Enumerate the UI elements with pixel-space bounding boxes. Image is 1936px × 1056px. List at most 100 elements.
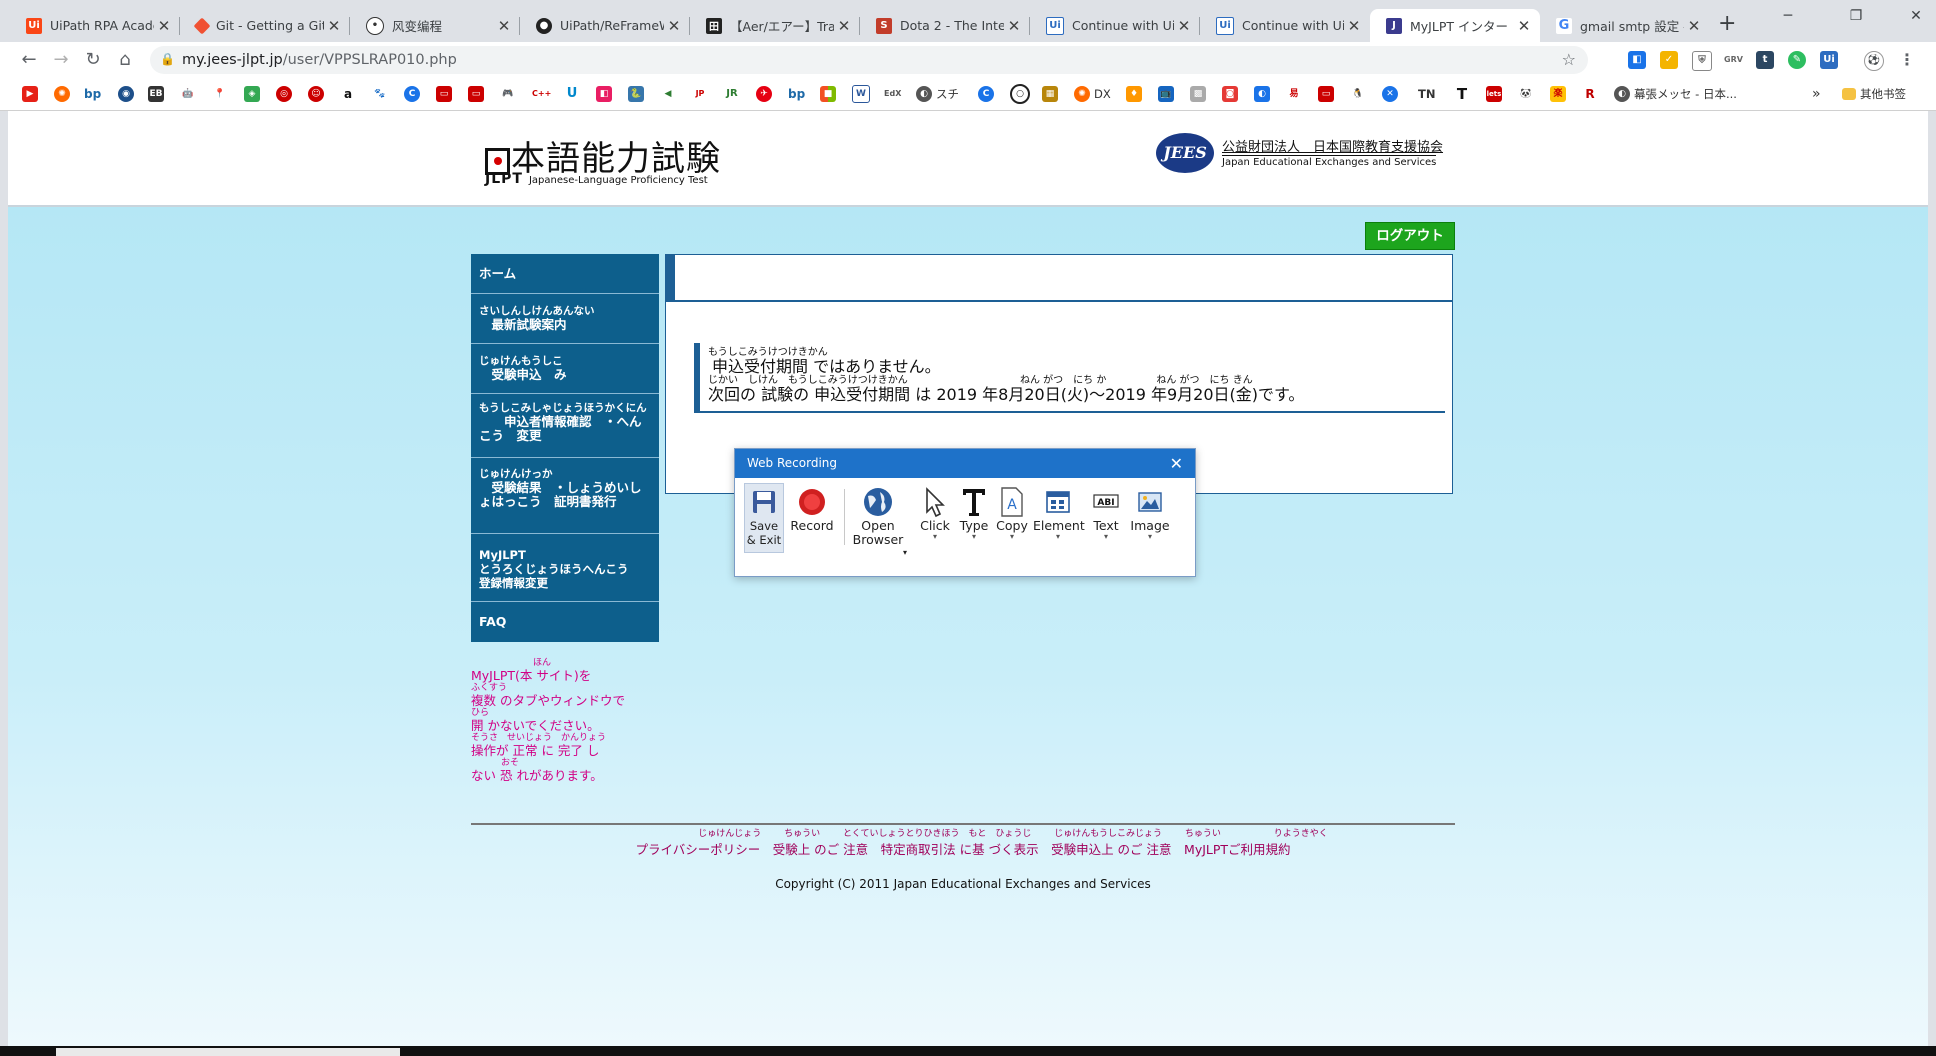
tab-aer[interactable]: 田 【Aer/エアー】Tra ✕ bbox=[690, 9, 860, 42]
text-button[interactable]: ABI Text ▾ bbox=[1087, 485, 1125, 541]
bookmark-makuhari[interactable]: ◐ 幕張メッセ - 日本... bbox=[1614, 85, 1737, 103]
bookmark-icon[interactable]: ◐ bbox=[1254, 85, 1270, 103]
close-icon[interactable]: ✕ bbox=[324, 17, 344, 35]
dialog-title-bar[interactable]: Web Recording ✕ bbox=[735, 449, 1195, 478]
bookmark-tn[interactable]: TN bbox=[1414, 85, 1435, 103]
close-icon[interactable]: ✕ bbox=[1004, 17, 1024, 35]
bookmark-icon[interactable]: 易 bbox=[1286, 85, 1302, 103]
sidebar-item-latest-info[interactable]: さいしんしけんあんない 最新試験案内 bbox=[471, 294, 659, 344]
logout-button[interactable]: ログアウト bbox=[1365, 222, 1455, 250]
bookmark-icon[interactable]: ✕ bbox=[1382, 85, 1398, 103]
tab-continue-uipath-2[interactable]: Ui Continue with UiP ✕ bbox=[1200, 9, 1370, 42]
footer-link-text[interactable]: プライバシーポリシー 受験上 のご 注意 特定商取引法 に基 づく表示 受験申込… bbox=[471, 839, 1455, 858]
close-icon[interactable]: ✕ bbox=[1684, 17, 1704, 35]
extension-icon[interactable]: GRV bbox=[1724, 51, 1743, 69]
close-icon[interactable]: ✕ bbox=[1174, 17, 1194, 35]
gamepad-icon[interactable]: 🎮 bbox=[500, 85, 516, 103]
bookmark-icon[interactable]: JP bbox=[692, 85, 708, 103]
address-bar[interactable]: 🔒 my.jees-jlpt.jp/user/VPPSLRAP010.php ☆ bbox=[150, 46, 1588, 74]
bookmarks-overflow-icon[interactable]: » bbox=[1812, 85, 1821, 103]
bookmark-icon[interactable]: ▦ bbox=[1042, 85, 1058, 103]
sidebar-item-apply[interactable]: じゅけんもうしこ 受験申込 み bbox=[471, 344, 659, 394]
jees-logo[interactable]: JEES bbox=[1156, 133, 1214, 173]
bookmark-icon[interactable]: ◀ bbox=[660, 85, 676, 103]
bookmark-icon[interactable]: C bbox=[978, 85, 994, 103]
bookmark-icon[interactable]: ▭ bbox=[1318, 85, 1334, 103]
tab-continue-uipath-1[interactable]: Ui Continue with UiP ✕ bbox=[1030, 9, 1200, 42]
save-exit-button[interactable]: Save & Exit bbox=[745, 485, 783, 547]
tab-uipath-academy[interactable]: Ui UiPath RPA Acade ✕ bbox=[10, 9, 180, 42]
map-pin-icon[interactable]: 📍 bbox=[212, 85, 228, 103]
bookmark-bp[interactable]: bp bbox=[788, 85, 805, 103]
maps-icon[interactable]: ◈ bbox=[244, 85, 260, 103]
evernote-icon[interactable]: ✎ bbox=[1788, 51, 1806, 69]
close-icon[interactable]: ✕ bbox=[1344, 17, 1364, 35]
bookmark-icon[interactable]: ◧ bbox=[596, 85, 612, 103]
amazon-icon[interactable]: a bbox=[340, 85, 356, 103]
element-button[interactable]: Element ▾ bbox=[1033, 485, 1085, 541]
tab-dota2[interactable]: S Dota 2 - The Interr ✕ bbox=[860, 9, 1030, 42]
bookmark-star-icon[interactable]: ☆ bbox=[1562, 50, 1576, 69]
sidebar-item-faq[interactable]: FAQ bbox=[471, 602, 659, 642]
footer-links[interactable]: じゅけんじょう ちゅうい とくていしょうとりひきほう もと ひょうじ じゅけんも… bbox=[471, 829, 1455, 858]
bookmark-icon[interactable]: ♦ bbox=[1126, 85, 1142, 103]
home-icon[interactable]: ⌂ bbox=[112, 47, 138, 73]
type-button[interactable]: Type ▾ bbox=[955, 485, 993, 541]
uipath-icon[interactable]: Ui bbox=[1820, 51, 1838, 69]
bookmark-icon[interactable]: 📺 bbox=[1158, 85, 1174, 103]
baidu-icon[interactable]: 🐾 bbox=[372, 85, 388, 103]
bookmark-dx[interactable]: ✺ DX bbox=[1074, 85, 1111, 103]
bookmark-icon[interactable]: T bbox=[1454, 85, 1470, 103]
close-icon[interactable]: ✕ bbox=[664, 17, 684, 35]
extension-icon[interactable]: ✓ bbox=[1660, 51, 1678, 69]
bookmark-icon[interactable]: ◙ bbox=[1222, 85, 1238, 103]
sidebar-item-applicant-info[interactable]: もうしこみしゃじょうほうかくにん 申込者情報確認 ・へんこう 変更 bbox=[471, 394, 659, 458]
close-icon[interactable]: ✕ bbox=[834, 17, 854, 35]
bookmark-bp[interactable]: bp bbox=[84, 85, 101, 103]
menu-icon[interactable]: ⋮ bbox=[1898, 51, 1916, 69]
bookmark-icon[interactable]: EB bbox=[148, 85, 164, 103]
jr-icon[interactable]: JR bbox=[724, 85, 740, 103]
bookmark-icon[interactable]: ◎ bbox=[276, 85, 292, 103]
taskbar-search[interactable] bbox=[56, 1048, 400, 1056]
open-browser-button[interactable]: Open Browser bbox=[849, 485, 907, 547]
close-icon[interactable]: ✕ bbox=[1170, 449, 1183, 478]
tab-myjlpt[interactable]: J MyJLPT インター ✕ bbox=[1370, 9, 1540, 42]
bookmark-icon[interactable]: ▭ bbox=[436, 85, 452, 103]
android-icon[interactable]: 🤖 bbox=[180, 85, 196, 103]
tab-git[interactable]: Git - Getting a Git ✕ bbox=[180, 9, 350, 42]
bookmark-icon[interactable]: ✺ bbox=[54, 85, 70, 103]
copy-button[interactable]: A Copy ▾ bbox=[993, 485, 1031, 541]
reload-icon[interactable]: ↻ bbox=[80, 47, 106, 73]
rakuten-icon[interactable]: R bbox=[1582, 85, 1598, 103]
tab-fengbian[interactable]: • 风变编程 ✕ bbox=[350, 9, 520, 42]
bookmark-icon[interactable]: ✈ bbox=[756, 85, 772, 103]
linux-icon[interactable]: 🐧 bbox=[1350, 85, 1366, 103]
profile-avatar[interactable]: ⚽ bbox=[1864, 51, 1884, 71]
bookmark-icon[interactable]: EdX bbox=[884, 85, 901, 103]
new-tab-button[interactable]: + bbox=[1718, 11, 1736, 36]
record-button[interactable]: Record bbox=[787, 485, 837, 533]
tab-github-reframework[interactable]: ● UiPath/ReFrameW ✕ bbox=[520, 9, 690, 42]
tab-gmail-smtp[interactable]: G gmail smtp 設定 - ✕ bbox=[1540, 9, 1710, 42]
window-close-icon[interactable]: ✕ bbox=[1896, 8, 1936, 24]
close-icon[interactable]: ✕ bbox=[494, 17, 514, 35]
tumblr-icon[interactable]: t bbox=[1756, 51, 1774, 69]
bookmark-icon[interactable]: U bbox=[564, 85, 580, 103]
restore-icon[interactable]: ❐ bbox=[1836, 8, 1876, 24]
bookmark-icon[interactable]: ☺ bbox=[308, 85, 324, 103]
bookmark-icon[interactable]: ▩ bbox=[1190, 85, 1206, 103]
url-text[interactable]: my.jees-jlpt.jp/user/VPPSLRAP010.php bbox=[182, 52, 457, 68]
close-icon[interactable]: ✕ bbox=[1514, 17, 1534, 35]
other-bookmarks-folder[interactable]: 其他书签 bbox=[1842, 85, 1906, 103]
bookmark-icon[interactable]: lets bbox=[1486, 85, 1502, 103]
bookmark-suchi[interactable]: ◐ スチ bbox=[916, 85, 959, 103]
sidebar-item-registration[interactable]: MyJLPT とうろくじょうほうへんこう 登録情報変更 bbox=[471, 534, 659, 602]
bookmark-icon[interactable]: ○ bbox=[1010, 84, 1030, 104]
bookmark-icon[interactable]: C bbox=[404, 85, 420, 103]
bookmark-icon[interactable]: C++ bbox=[532, 85, 551, 103]
bookmark-icon[interactable]: 楽 bbox=[1550, 85, 1566, 103]
click-button[interactable]: Click ▾ bbox=[915, 485, 955, 541]
close-icon[interactable]: ✕ bbox=[154, 17, 174, 35]
forward-icon[interactable]: → bbox=[48, 47, 74, 73]
